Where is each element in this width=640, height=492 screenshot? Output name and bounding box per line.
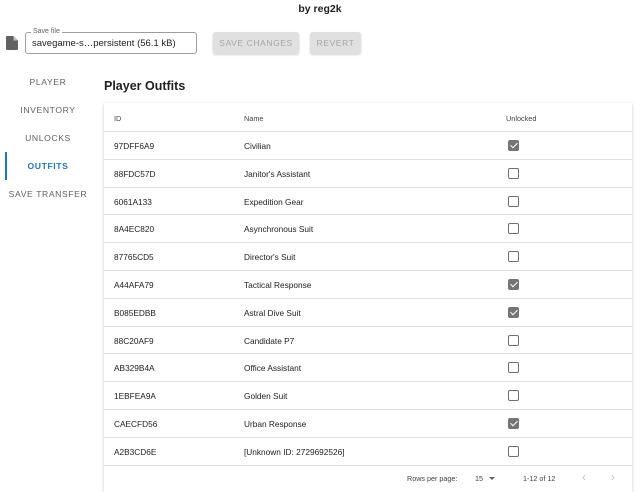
unlocked-checkbox[interactable] (508, 167, 519, 179)
table-pagination: Rows per page: 15 1-12 of 12 ‹ › (104, 463, 632, 492)
save-file-label: Save file (31, 27, 62, 36)
file-icon (6, 36, 18, 50)
table-row: 8A4EC820 Asynchronous Suit (104, 215, 632, 244)
table-row: AB329B4A Office Assistant (104, 354, 632, 383)
column-header-id[interactable]: ID (114, 114, 121, 123)
unlocked-checkbox[interactable] (508, 278, 519, 290)
table-body: 97DFF6A9 Civilian 88FDC57D Janitor's Assist… (104, 132, 632, 466)
pagination-range: 1-12 of 12 (523, 474, 556, 483)
chevron-right-icon[interactable]: › (605, 469, 621, 485)
outfit-id: 6061A133 (114, 196, 152, 207)
tab-player[interactable]: PLAYER (0, 68, 96, 96)
rows-per-page-label: Rows per page: (407, 474, 458, 483)
outfit-name: Director's Suit (244, 252, 296, 263)
outfit-name: Expedition Gear (244, 196, 304, 207)
outfit-name: Asynchronous Suit (244, 224, 314, 235)
table-row: 88FDC57D Janitor's Assistant (104, 160, 632, 188)
unlocked-checkbox[interactable] (508, 223, 519, 235)
unlocked-checkbox[interactable] (508, 195, 519, 207)
outfit-id: 97DFF6A9 (114, 141, 155, 151)
outfit-id: CAECFD56 (114, 418, 158, 429)
outfit-id: 1EBFEA9A (114, 391, 156, 402)
outfit-name: Astral Dive Suit (244, 307, 301, 318)
tab-unlocks[interactable]: UNLOCKS (0, 124, 96, 152)
outfit-name: Urban Response (244, 418, 307, 429)
tab-inventory[interactable]: INVENTORY (0, 96, 96, 124)
outfits-table: ID Name Unlocked 97DFF6A9 Civilian 88FDC57… (104, 103, 632, 492)
outfit-name: Tactical Response (244, 279, 312, 290)
table-row: 87765CD5 Director's Suit (104, 243, 632, 271)
revert-button[interactable]: REVERT (310, 32, 361, 54)
outfit-id: AB329B4A (114, 363, 155, 374)
caret-down-icon[interactable] (489, 477, 495, 480)
outfit-name: [Unknown ID: 2729692526] (244, 446, 345, 457)
unlocked-checkbox[interactable] (508, 417, 519, 429)
outfit-id: B085EDBB (114, 307, 156, 318)
tab-outfits[interactable]: OUTFITS (0, 152, 96, 180)
outfit-name: Golden Suit (244, 391, 288, 402)
save-changes-button[interactable]: SAVE CHANGES (213, 32, 299, 54)
unlocked-checkbox[interactable] (508, 390, 519, 402)
table-row: 1EBFEA9A Golden Suit (104, 382, 632, 410)
outfit-name: Office Assistant (244, 363, 302, 374)
outfit-id: A2B3CD6E (114, 446, 157, 457)
outfit-name: Candidate P7 (244, 335, 295, 346)
app-header-title: by reg2k (298, 3, 342, 15)
unlocked-checkbox[interactable] (508, 140, 519, 151)
outfit-id: 8A4EC820 (114, 224, 155, 235)
unlocked-checkbox[interactable] (508, 306, 519, 318)
column-header-unlocked[interactable]: Unlocked (506, 114, 536, 123)
rows-per-page-select[interactable]: 15 (475, 474, 483, 483)
outfit-name: Janitor's Assistant (244, 168, 311, 179)
tab-save-transfer[interactable]: SAVE TRANSFER (0, 180, 96, 208)
outfit-id: 88FDC57D (114, 168, 156, 179)
save-file-value: savegame-s…persistent (56.1 kB) (32, 38, 176, 49)
unlocked-checkbox[interactable] (508, 251, 519, 263)
table-row: B085EDBB Astral Dive Suit (104, 299, 632, 327)
unlocked-checkbox[interactable] (508, 334, 519, 346)
table-header: ID Name Unlocked (104, 103, 632, 132)
table-row: 97DFF6A9 Civilian (104, 132, 632, 160)
outfit-id: 88C20AF9 (114, 335, 154, 346)
column-header-name[interactable]: Name (244, 114, 263, 123)
unlocked-checkbox[interactable] (508, 362, 519, 374)
table-row: A2B3CD6E [Unknown ID: 2729692526] (104, 438, 632, 466)
table-row: CAECFD56 Urban Response (104, 410, 632, 438)
outfit-id: A44AFA79 (114, 279, 154, 290)
sidebar-nav: PLAYER INVENTORY UNLOCKS OUTFITS SAVE TR… (0, 68, 96, 208)
save-file-field[interactable]: Save file savegame-s…persistent (56.1 kB… (25, 27, 197, 54)
table-row: A44AFA79 Tactical Response (104, 271, 632, 299)
table-row: 88C20AF9 Candidate P7 (104, 327, 632, 355)
outfit-name: Civilian (244, 141, 271, 151)
unlocked-checkbox[interactable] (508, 445, 519, 457)
outfit-id: 87765CD5 (114, 252, 154, 263)
table-row: 6061A133 Expedition Gear (104, 188, 632, 216)
chevron-left-icon[interactable]: ‹ (576, 469, 592, 485)
page-title: Player Outfits (104, 79, 186, 93)
